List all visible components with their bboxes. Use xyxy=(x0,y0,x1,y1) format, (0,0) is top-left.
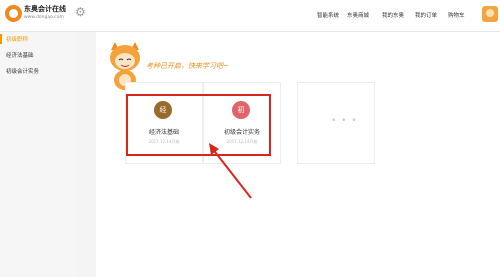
top-bar: 东奥会计在线 www.dongao.com ⚙ 智能系统 东奥商城 我的东奥 我… xyxy=(0,0,500,32)
dongao-logo-icon[interactable] xyxy=(5,5,22,22)
brand-name[interactable]: 东奥会计在线 xyxy=(24,5,66,13)
sidebar-item-economic-law[interactable]: 经济法基础 xyxy=(6,51,34,59)
sidebar-active-indicator xyxy=(0,34,2,44)
nav-cart[interactable]: 购物车 xyxy=(448,11,465,19)
nav-my-orders[interactable]: 我的订单 xyxy=(415,11,437,19)
annotation-arrow-icon xyxy=(209,143,252,199)
nav-smart-system[interactable]: 智能系统 xyxy=(317,11,339,19)
avatar[interactable] xyxy=(482,6,498,22)
more-dots-icon: • • • xyxy=(331,116,358,126)
welcome-slogan: 考种已开启，快来学习吧~ xyxy=(146,62,229,70)
nav-my-dongao[interactable]: 我的东奥 xyxy=(382,11,404,19)
brand-url: www.dongao.com xyxy=(24,15,64,20)
gear-icon[interactable]: ⚙ xyxy=(75,6,86,18)
sidebar-item-junior-title[interactable]: 初级职称 xyxy=(6,35,28,43)
sidebar-item-accounting-practice[interactable]: 初级会计实务 xyxy=(6,67,39,75)
nav-dongao-mall[interactable]: 东奥商城 xyxy=(347,11,369,19)
sidebar: 初级职称 经济法基础 初级会计实务 xyxy=(0,32,76,277)
